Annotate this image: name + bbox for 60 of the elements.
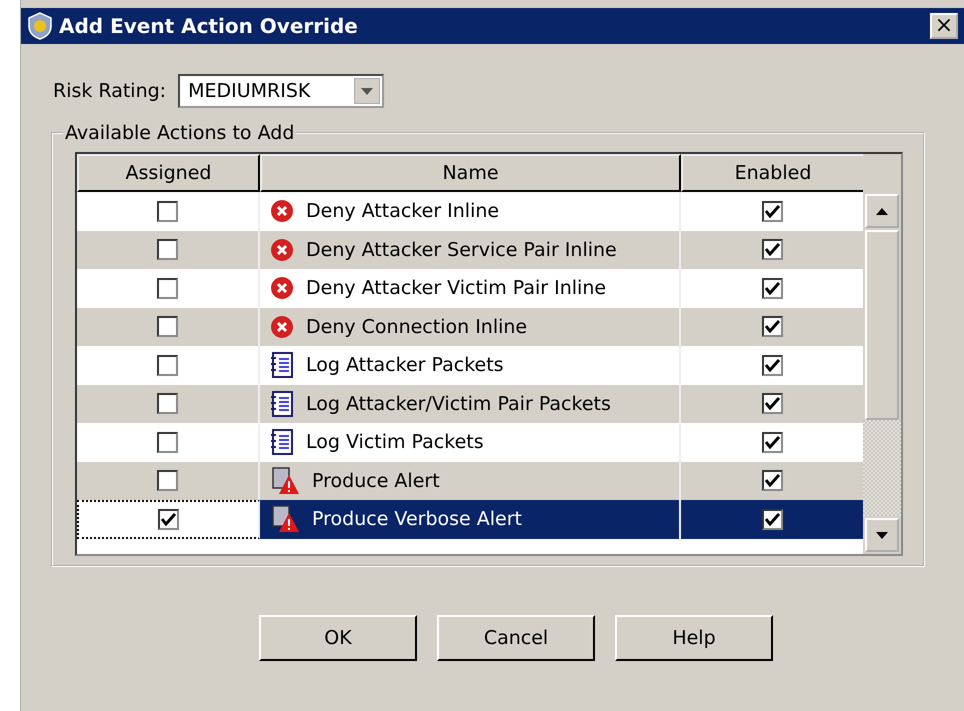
assigned-checkbox[interactable] [157, 393, 178, 414]
action-name: Log Attacker/Victim Pair Packets [306, 392, 611, 415]
action-row[interactable]: Produce Alert [77, 462, 863, 500]
enabled-checkbox[interactable] [762, 354, 782, 376]
list-icon [270, 429, 294, 456]
action-row[interactable]: Deny Attacker Service Pair Inline [77, 230, 863, 269]
error-icon [270, 314, 294, 339]
action-name: Log Attacker Packets [306, 354, 504, 376]
assigned-checkbox[interactable] [157, 239, 178, 260]
assigned-checkbox[interactable] [157, 470, 178, 492]
assigned-checkbox[interactable] [157, 278, 178, 299]
scroll-down-button[interactable] [865, 518, 899, 552]
enabled-checkbox[interactable] [762, 200, 782, 222]
assigned-checkbox[interactable] [157, 316, 178, 338]
assigned-checkbox[interactable] [157, 432, 178, 453]
error-icon [270, 238, 294, 262]
action-name: Produce Alert [312, 470, 440, 492]
risk-rating-dropdown[interactable]: MEDIUMRISK [178, 74, 384, 108]
caret-icon [361, 88, 374, 94]
dialog-button[interactable]: Help [615, 615, 773, 661]
assigned-checkbox[interactable] [157, 200, 178, 222]
group-title: Available Actions to Add [64, 122, 296, 144]
assigned-checkbox[interactable] [157, 354, 178, 376]
action-row[interactable]: Produce Verbose Alert [77, 500, 863, 538]
assigned-checkbox[interactable] [158, 508, 179, 530]
column-header[interactable]: Name [260, 154, 681, 192]
shield-icon [27, 12, 53, 40]
down-arrow-icon [876, 532, 888, 538]
enabled-checkbox[interactable] [762, 508, 782, 530]
action-row[interactable]: Deny Connection Inline [77, 308, 863, 346]
dialog-button[interactable]: Cancel [437, 615, 595, 661]
enabled-checkbox[interactable] [762, 393, 782, 414]
dialog-button[interactable]: OK [259, 615, 417, 661]
enabled-checkbox[interactable] [762, 470, 782, 492]
action-name: Deny Attacker Inline [306, 200, 500, 222]
scroll-thumb[interactable] [865, 230, 899, 420]
list-icon [270, 352, 294, 378]
column-header[interactable]: Assigned [77, 154, 260, 192]
error-icon [270, 199, 294, 224]
enabled-checkbox[interactable] [762, 239, 782, 260]
risk-rating-label: Risk Rating: [53, 80, 166, 102]
action-name: Log Victim Packets [306, 431, 484, 454]
action-name: Deny Attacker Service Pair Inline [306, 238, 617, 261]
dropdown-button[interactable] [354, 78, 380, 104]
alert-icon [270, 505, 300, 534]
enabled-checkbox[interactable] [762, 278, 782, 299]
scroll-up-button[interactable] [865, 194, 899, 228]
action-name: Deny Connection Inline [306, 316, 528, 338]
close-button[interactable]: × [930, 13, 958, 39]
enabled-checkbox[interactable] [762, 316, 782, 338]
list-icon [270, 390, 294, 417]
error-icon [270, 276, 294, 300]
up-arrow-icon [876, 208, 888, 214]
column-header[interactable]: Enabled [681, 154, 863, 192]
action-row[interactable]: Log Attacker/Victim Pair Packets [77, 384, 863, 423]
enabled-checkbox[interactable] [762, 432, 782, 453]
window-title: Add Event Action Override [59, 14, 359, 38]
alert-icon [270, 466, 300, 495]
action-name: Deny Attacker Victim Pair Inline [306, 277, 606, 300]
action-name: Produce Verbose Alert [312, 508, 522, 530]
